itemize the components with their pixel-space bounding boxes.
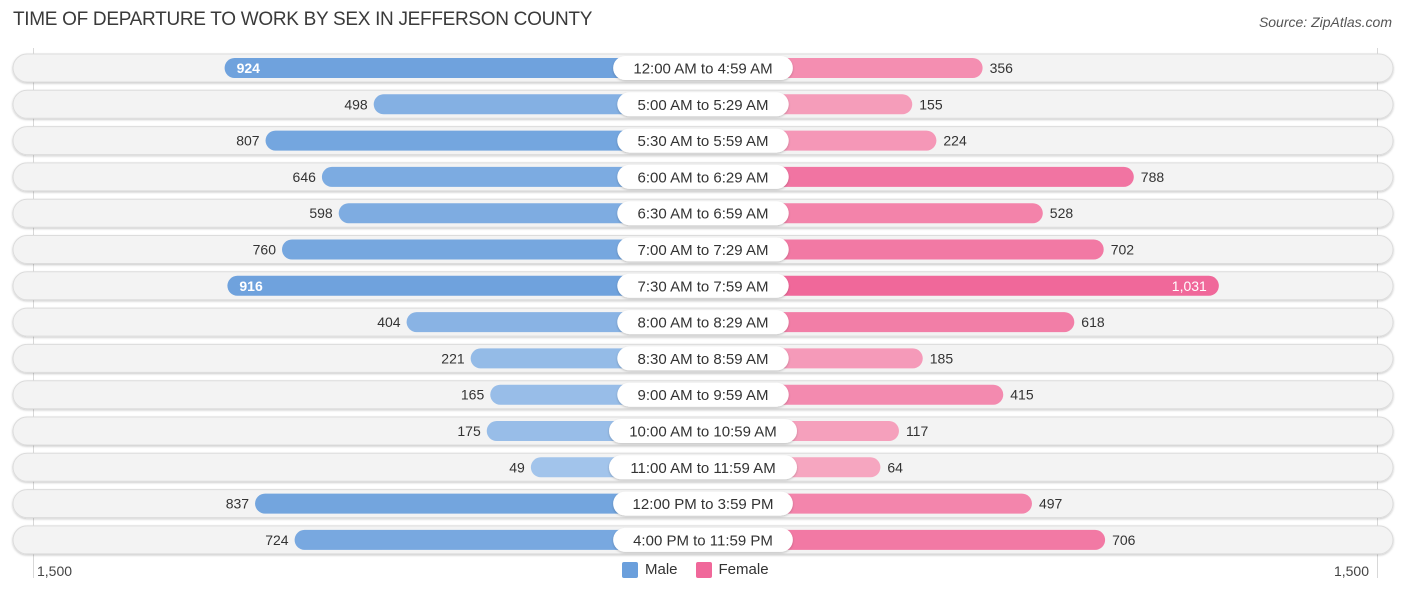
axis-label-left: 1,500 — [37, 563, 73, 579]
value-label-male: 404 — [377, 314, 401, 330]
category-label: 6:30 AM to 6:59 AM — [638, 206, 769, 223]
category-label: 5:00 AM to 5:29 AM — [638, 97, 769, 114]
value-label-female: 224 — [943, 133, 967, 149]
value-label-male: 724 — [265, 532, 289, 548]
category-label: 7:30 AM to 7:59 AM — [638, 278, 769, 295]
category-label: 12:00 PM to 3:59 PM — [633, 496, 774, 513]
legend-label-female: Female — [718, 561, 769, 578]
legend-label-male: Male — [645, 561, 678, 578]
value-label-male: 49 — [509, 459, 525, 475]
value-label-female: 618 — [1081, 314, 1105, 330]
category-label: 7:00 AM to 7:29 AM — [638, 242, 769, 259]
category-label: 11:00 AM to 11:59 AM — [630, 460, 775, 477]
legend-item-female[interactable]: Female — [695, 561, 769, 578]
category-label: 8:00 AM to 8:29 AM — [638, 315, 769, 332]
value-label-male: 837 — [226, 496, 250, 512]
value-label-male: 924 — [237, 60, 261, 76]
value-label-female: 1,031 — [1172, 278, 1207, 294]
category-label: 5:30 AM to 5:59 AM — [638, 133, 769, 150]
category-label: 4:00 PM to 11:59 PM — [633, 532, 773, 549]
value-label-female: 64 — [887, 459, 903, 475]
value-label-female: 185 — [930, 350, 954, 366]
legend-swatch-male — [622, 561, 638, 578]
value-label-female: 117 — [906, 423, 929, 439]
value-label-male: 498 — [344, 96, 368, 112]
legend: Male Female — [622, 561, 779, 578]
value-label-male: 175 — [457, 423, 481, 439]
value-label-female: 356 — [990, 60, 1014, 76]
legend-swatch-female — [695, 561, 712, 578]
value-label-male: 646 — [293, 169, 317, 185]
value-label-male: 221 — [441, 350, 465, 366]
legend-item-male[interactable]: Male — [622, 561, 678, 578]
value-label-female: 415 — [1010, 387, 1034, 403]
value-label-female: 788 — [1141, 169, 1165, 185]
category-label: 8:30 AM to 8:59 AM — [638, 351, 769, 368]
value-label-male: 807 — [236, 133, 260, 149]
category-label: 12:00 AM to 4:59 AM — [633, 61, 772, 78]
category-label: 10:00 AM to 10:59 AM — [629, 424, 777, 441]
value-label-female: 702 — [1111, 242, 1135, 258]
value-label-male: 916 — [239, 278, 263, 294]
axis-label-right: 1,500 — [1333, 563, 1369, 579]
value-label-male: 760 — [253, 242, 277, 258]
category-label: 9:00 AM to 9:59 AM — [638, 387, 769, 404]
value-label-female: 155 — [919, 96, 943, 112]
value-label-female: 497 — [1039, 496, 1063, 512]
chart-canvas: 12:00 AM to 4:59 AM 924 356 5:00 AM to 5:29… — [12, 53, 1394, 555]
value-label-female: 706 — [1112, 532, 1136, 548]
value-label-female: 528 — [1050, 205, 1074, 221]
value-label-male: 165 — [461, 387, 485, 403]
category-label: 6:00 AM to 6:29 AM — [638, 169, 769, 186]
value-label-male: 598 — [309, 205, 333, 221]
